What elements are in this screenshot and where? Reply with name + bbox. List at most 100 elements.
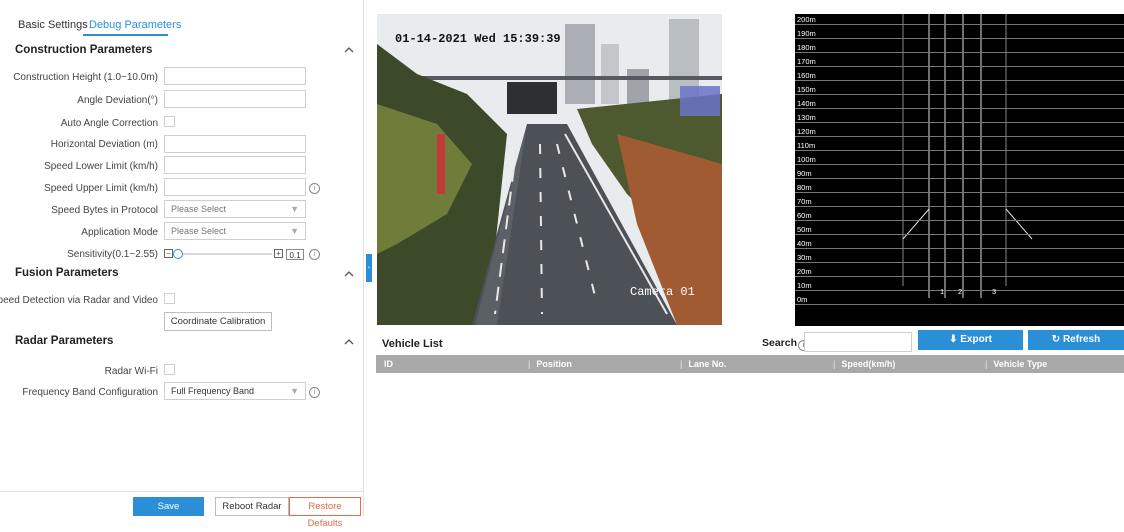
construction-height-label: Construction Height (1.0~10.0m) xyxy=(13,72,158,83)
radar-detection-view[interactable]: 200m 190m 180m 170m 160m 150m 140m 130m 120m 110m… xyxy=(795,14,1124,326)
coordinate-calibration-button[interactable]: Coordinate Calibration xyxy=(164,312,272,331)
radar-grid-line xyxy=(795,262,1124,263)
chevron-down-icon: ▼ xyxy=(290,204,299,214)
horizontal-deviation-input[interactable] xyxy=(164,135,306,153)
speed-detection-checkbox[interactable] xyxy=(164,293,175,304)
info-icon[interactable]: i xyxy=(309,249,320,260)
radar-grid-line xyxy=(795,150,1124,151)
column-header-id[interactable]: ID xyxy=(384,355,393,373)
frequency-band-select[interactable]: Full Frequency Band ▼ xyxy=(164,382,306,400)
radar-distance-label: 60m xyxy=(797,211,812,220)
radar-distance-label: 30m xyxy=(797,253,812,262)
radar-parameters-heading: Radar Parameters xyxy=(15,335,114,347)
settings-panel: Basic Settings Debug Parameters Construc… xyxy=(0,0,364,529)
column-header-lane[interactable]: | Lane No. xyxy=(680,355,726,373)
radar-lane-number: 3 xyxy=(992,287,997,296)
search-label-text: Search xyxy=(762,337,798,349)
radar-grid-line xyxy=(795,24,1124,25)
collapse-radar-icon[interactable] xyxy=(343,335,355,349)
radar-distance-label: 50m xyxy=(797,225,812,234)
tab-debug-parameters[interactable]: Debug Parameters xyxy=(89,19,181,31)
road-scene-image xyxy=(377,14,722,325)
increase-icon[interactable]: + xyxy=(274,249,283,258)
tab-bar: Basic Settings Debug Parameters xyxy=(0,0,364,36)
reboot-radar-button[interactable]: Reboot Radar xyxy=(215,497,289,516)
camera-name-overlay: Camera 01 xyxy=(630,285,695,299)
decrease-icon[interactable]: − xyxy=(164,249,173,258)
radar-grid-line xyxy=(795,108,1124,109)
column-header-position[interactable]: | Position xyxy=(528,355,572,373)
speed-upper-limit-label: Speed Upper Limit (km/h) xyxy=(44,183,158,194)
application-mode-value: Please Select xyxy=(171,226,227,236)
export-label: Export xyxy=(960,334,992,345)
radar-distance-label: 100m xyxy=(797,155,816,164)
speed-bytes-label: Speed Bytes in Protocol xyxy=(51,205,158,216)
radar-grid-line xyxy=(795,178,1124,179)
collapse-fusion-icon[interactable] xyxy=(343,267,355,281)
column-header-vehicle-type[interactable]: | Vehicle Type xyxy=(985,355,1047,373)
restore-defaults-button[interactable]: Restore Defaults xyxy=(289,497,361,529)
radar-distance-label: 110m xyxy=(797,141,816,150)
radar-grid-line xyxy=(795,52,1124,53)
radar-grid-line xyxy=(795,164,1124,165)
info-icon[interactable]: i xyxy=(309,387,320,398)
camera-timestamp-overlay: 01-14-2021 Wed 15:39:39 xyxy=(395,32,561,46)
radar-distance-label: 190m xyxy=(797,29,816,38)
sensitivity-slider[interactable] xyxy=(178,253,272,255)
vehicle-list-title: Vehicle List xyxy=(382,338,443,350)
radar-lane-number: 2 xyxy=(958,287,963,296)
active-tab-indicator xyxy=(83,34,168,36)
refresh-button[interactable]: ↻ Refresh xyxy=(1028,330,1124,350)
radar-grid-line xyxy=(795,94,1124,95)
radar-grid-line xyxy=(795,220,1124,221)
radar-distance-label: 0m xyxy=(797,295,808,304)
search-input[interactable] xyxy=(804,332,912,352)
radar-distance-label: 120m xyxy=(797,127,816,136)
export-button[interactable]: ⬇ Export xyxy=(918,330,1023,350)
construction-height-input[interactable] xyxy=(164,67,306,85)
panel-collapse-handle[interactable]: ‹ xyxy=(366,254,372,282)
privacy-mask xyxy=(680,86,720,116)
radar-distance-label: 80m xyxy=(797,183,812,192)
radar-distance-label: 70m xyxy=(797,197,812,206)
speed-lower-limit-label: Speed Lower Limit (km/h) xyxy=(44,161,158,172)
column-header-speed[interactable]: | Speed(km/h) xyxy=(833,355,895,373)
angle-deviation-input[interactable] xyxy=(164,90,306,108)
radar-grid-line xyxy=(795,234,1124,235)
tab-basic-settings[interactable]: Basic Settings xyxy=(18,19,88,31)
radar-distance-label: 90m xyxy=(797,169,812,178)
radar-distance-label: 40m xyxy=(797,239,812,248)
collapse-construction-icon[interactable] xyxy=(343,43,355,57)
radar-distance-label: 20m xyxy=(797,267,812,276)
chevron-down-icon: ▼ xyxy=(290,226,299,236)
application-mode-label: Application Mode xyxy=(81,227,158,238)
sensitivity-label: Sensitivity(0.1~2.55) xyxy=(67,249,158,260)
radar-grid-line xyxy=(795,122,1124,123)
frequency-band-label: Frequency Band Configuration xyxy=(22,387,158,398)
auto-angle-correction-checkbox[interactable] xyxy=(164,116,175,127)
construction-parameters-heading: Construction Parameters xyxy=(15,44,153,56)
radar-wifi-label: Radar Wi-Fi xyxy=(104,366,158,377)
radar-lane-number: 1 xyxy=(940,287,945,296)
radar-grid-line xyxy=(795,66,1124,67)
chevron-down-icon: ▼ xyxy=(290,386,299,396)
radar-distance-label: 180m xyxy=(797,43,816,52)
camera-live-view[interactable]: 01-14-2021 Wed 15:39:39 Camera 01 xyxy=(377,14,722,325)
radar-distance-label: 10m xyxy=(797,281,812,290)
radar-grid-line xyxy=(795,38,1124,39)
search-label: Searchi xyxy=(762,337,810,351)
fusion-parameters-heading: Fusion Parameters xyxy=(15,267,119,279)
info-icon[interactable]: i xyxy=(309,183,320,194)
speed-upper-limit-input[interactable] xyxy=(164,178,306,196)
auto-angle-correction-label: Auto Angle Correction xyxy=(60,118,158,129)
radar-distance-label: 130m xyxy=(797,113,816,122)
speed-lower-limit-input[interactable] xyxy=(164,156,306,174)
speed-bytes-select[interactable]: Please Select ▼ xyxy=(164,200,306,218)
sensitivity-value[interactable]: 0.1 xyxy=(286,249,304,260)
application-mode-select[interactable]: Please Select ▼ xyxy=(164,222,306,240)
radar-wifi-checkbox[interactable] xyxy=(164,364,175,375)
angle-deviation-label: Angle Deviation(°) xyxy=(77,95,158,106)
sensitivity-slider-handle[interactable] xyxy=(173,249,183,259)
save-button[interactable]: Save xyxy=(133,497,204,516)
refresh-icon: ↻ xyxy=(1051,334,1061,345)
